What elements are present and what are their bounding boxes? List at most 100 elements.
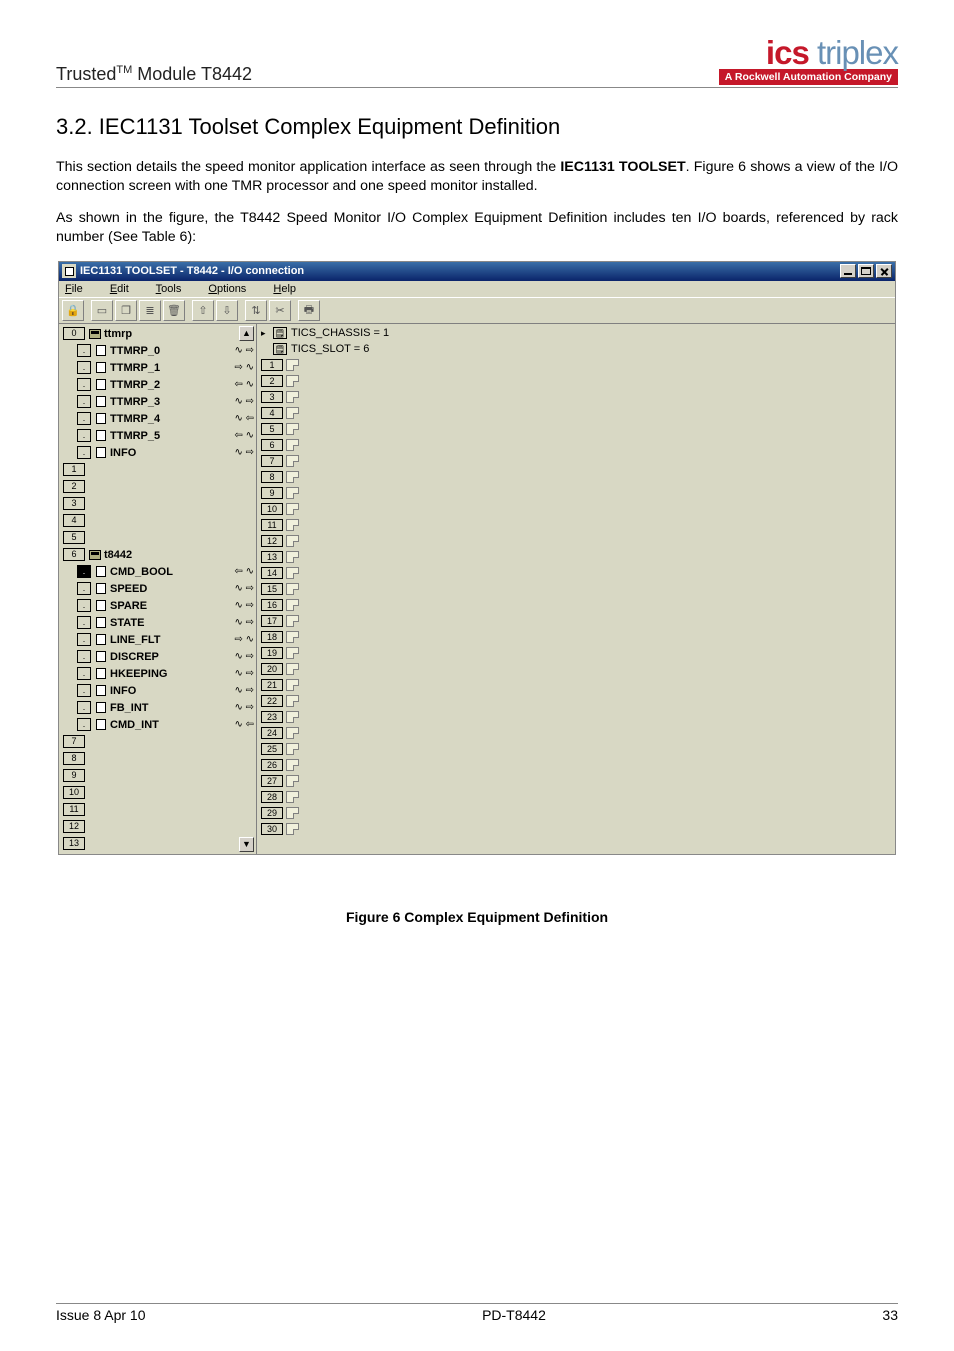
channel-row[interactable]: 7 bbox=[261, 454, 891, 469]
channel-row[interactable]: 3 bbox=[261, 390, 891, 405]
channel-row[interactable]: 23 bbox=[261, 710, 891, 725]
channel-row[interactable]: 2 bbox=[261, 374, 891, 389]
channel-row[interactable]: 17 bbox=[261, 614, 891, 629]
tool-down-icon[interactable]: ⇩ bbox=[216, 300, 238, 321]
equipment-row[interactable]: 13 bbox=[63, 836, 254, 852]
board-row[interactable]: .CMD_BOOL⇦ ∿ bbox=[63, 564, 254, 580]
equipment-row[interactable]: 11 bbox=[63, 802, 254, 818]
board-row[interactable]: .SPEED∿ ⇨ bbox=[63, 581, 254, 597]
board-row[interactable]: .TTMRP_0∿ ⇨ bbox=[63, 343, 254, 359]
tool-note-icon[interactable]: ▭ bbox=[91, 300, 113, 321]
channel-row[interactable]: 15 bbox=[261, 582, 891, 597]
channel-row[interactable]: 18 bbox=[261, 630, 891, 645]
scroll-down-icon[interactable]: ▼ bbox=[239, 837, 254, 852]
board-row[interactable]: .TTMRP_4∿ ⇦ bbox=[63, 411, 254, 427]
menu-file[interactable]: File bbox=[65, 283, 95, 295]
menu-tools[interactable]: Tools bbox=[156, 283, 194, 295]
tool-cut-icon[interactable]: ✂ bbox=[269, 300, 291, 321]
card-icon bbox=[94, 617, 107, 629]
board-row[interactable]: .SPARE∿ ⇨ bbox=[63, 598, 254, 614]
channel-row[interactable]: 26 bbox=[261, 758, 891, 773]
channel-row[interactable]: 4 bbox=[261, 406, 891, 421]
equipment-row[interactable]: 4 bbox=[63, 513, 254, 529]
channel-row[interactable]: 22 bbox=[261, 694, 891, 709]
channel-row[interactable]: 30 bbox=[261, 822, 891, 837]
tool-sort-icon[interactable]: ⇅ bbox=[245, 300, 267, 321]
board-row[interactable]: .LINE_FLT⇨ ∿ bbox=[63, 632, 254, 648]
channel-row[interactable]: 27 bbox=[261, 774, 891, 789]
channel-number: 28 bbox=[261, 791, 283, 803]
channel-row[interactable]: 5 bbox=[261, 422, 891, 437]
titlebar[interactable]: IEC1131 TOOLSET - T8442 - I/O connection bbox=[59, 262, 895, 281]
equipment-row[interactable]: 7 bbox=[63, 734, 254, 750]
board-row[interactable]: .HKEEPING∿ ⇨ bbox=[63, 666, 254, 682]
board-row[interactable]: .INFO∿ ⇨ bbox=[63, 445, 254, 461]
direction-icon: ∿ ⇨ bbox=[234, 617, 254, 628]
equipment-row[interactable]: 10 bbox=[63, 785, 254, 801]
equipment-row[interactable]: 6t8442 bbox=[63, 547, 254, 563]
channel-row[interactable]: 19 bbox=[261, 646, 891, 661]
app-window: IEC1131 TOOLSET - T8442 - I/O connection… bbox=[58, 261, 896, 855]
equipment-row[interactable]: 12 bbox=[63, 819, 254, 835]
equipment-row[interactable]: 1 bbox=[63, 462, 254, 478]
slot-number: . bbox=[77, 701, 91, 714]
channel-row[interactable]: 13 bbox=[261, 550, 891, 565]
menu-options[interactable]: Options bbox=[208, 283, 258, 295]
param-chassis: ▸ 🗒 TICS_CHASSIS = 1 bbox=[261, 326, 891, 341]
close-button[interactable] bbox=[876, 264, 892, 278]
channel-row[interactable]: 8 bbox=[261, 470, 891, 485]
channel-number: 7 bbox=[261, 455, 283, 467]
tool-delete-icon[interactable]: 🗑 bbox=[163, 300, 185, 321]
channel-row[interactable]: 9 bbox=[261, 486, 891, 501]
note-icon bbox=[286, 471, 299, 483]
maximize-button[interactable] bbox=[858, 264, 874, 278]
logo-tagline-suffix: Company bbox=[841, 71, 892, 83]
channel-row[interactable]: 10 bbox=[261, 502, 891, 517]
channel-row[interactable]: 25 bbox=[261, 742, 891, 757]
channel-row[interactable]: 29 bbox=[261, 806, 891, 821]
channel-row[interactable]: 14 bbox=[261, 566, 891, 581]
channel-number: 29 bbox=[261, 807, 283, 819]
header-left: TrustedTM Module T8442 bbox=[56, 64, 252, 85]
channel-row[interactable]: 21 bbox=[261, 678, 891, 693]
tool-list-icon[interactable]: ≣ bbox=[139, 300, 161, 321]
menu-help[interactable]: Help bbox=[273, 283, 308, 295]
equipment-row[interactable]: 5 bbox=[63, 530, 254, 546]
board-row[interactable]: .TTMRP_2⇦ ∿ bbox=[63, 377, 254, 393]
board-row[interactable]: .TTMRP_5⇦ ∿ bbox=[63, 428, 254, 444]
minimize-button[interactable] bbox=[840, 264, 856, 278]
channel-row[interactable]: 11 bbox=[261, 518, 891, 533]
tool-copy-icon[interactable]: ❐ bbox=[115, 300, 137, 321]
channel-row[interactable]: 28 bbox=[261, 790, 891, 805]
channel-row[interactable]: 1 bbox=[261, 358, 891, 373]
system-menu-icon[interactable] bbox=[62, 264, 76, 278]
board-row[interactable]: .INFO∿ ⇨ bbox=[63, 683, 254, 699]
channel-row[interactable]: 12 bbox=[261, 534, 891, 549]
right-pane[interactable]: ▸ 🗒 TICS_CHASSIS = 1 🗒 TICS_SLOT = 6 123… bbox=[257, 324, 895, 854]
channel-row[interactable]: 6 bbox=[261, 438, 891, 453]
tool-up-icon[interactable]: ⇧ bbox=[192, 300, 214, 321]
logo-ics: ics bbox=[766, 34, 809, 71]
tool-lock-icon[interactable]: 🔒 bbox=[62, 300, 84, 321]
equipment-row[interactable]: 0ttmrp bbox=[63, 326, 254, 342]
board-row[interactable]: .DISCREP∿ ⇨ bbox=[63, 649, 254, 665]
channel-row[interactable]: 16 bbox=[261, 598, 891, 613]
scroll-up-icon[interactable]: ▲ bbox=[239, 326, 254, 341]
board-row[interactable]: .TTMRP_1⇨ ∿ bbox=[63, 360, 254, 376]
channel-row[interactable]: 20 bbox=[261, 662, 891, 677]
channel-row[interactable]: 24 bbox=[261, 726, 891, 741]
board-row[interactable]: .FB_INT∿ ⇨ bbox=[63, 700, 254, 716]
equipment-row[interactable]: 9 bbox=[63, 768, 254, 784]
equipment-row[interactable]: 2 bbox=[63, 479, 254, 495]
board-row[interactable]: .CMD_INT∿ ⇦ bbox=[63, 717, 254, 733]
slot-number: . bbox=[77, 412, 91, 425]
note-icon bbox=[286, 727, 299, 739]
board-row[interactable]: .STATE∿ ⇨ bbox=[63, 615, 254, 631]
left-pane[interactable]: ▲ 0ttmrp.TTMRP_0∿ ⇨.TTMRP_1⇨ ∿.TTMRP_2⇦ … bbox=[59, 324, 257, 854]
equipment-row[interactable]: 3 bbox=[63, 496, 254, 512]
equipment-row[interactable]: 14 bbox=[63, 853, 254, 854]
tool-print-icon[interactable]: 🖶 bbox=[298, 300, 320, 321]
board-row[interactable]: .TTMRP_3∿ ⇨ bbox=[63, 394, 254, 410]
equipment-row[interactable]: 8 bbox=[63, 751, 254, 767]
menu-edit[interactable]: Edit bbox=[110, 283, 141, 295]
